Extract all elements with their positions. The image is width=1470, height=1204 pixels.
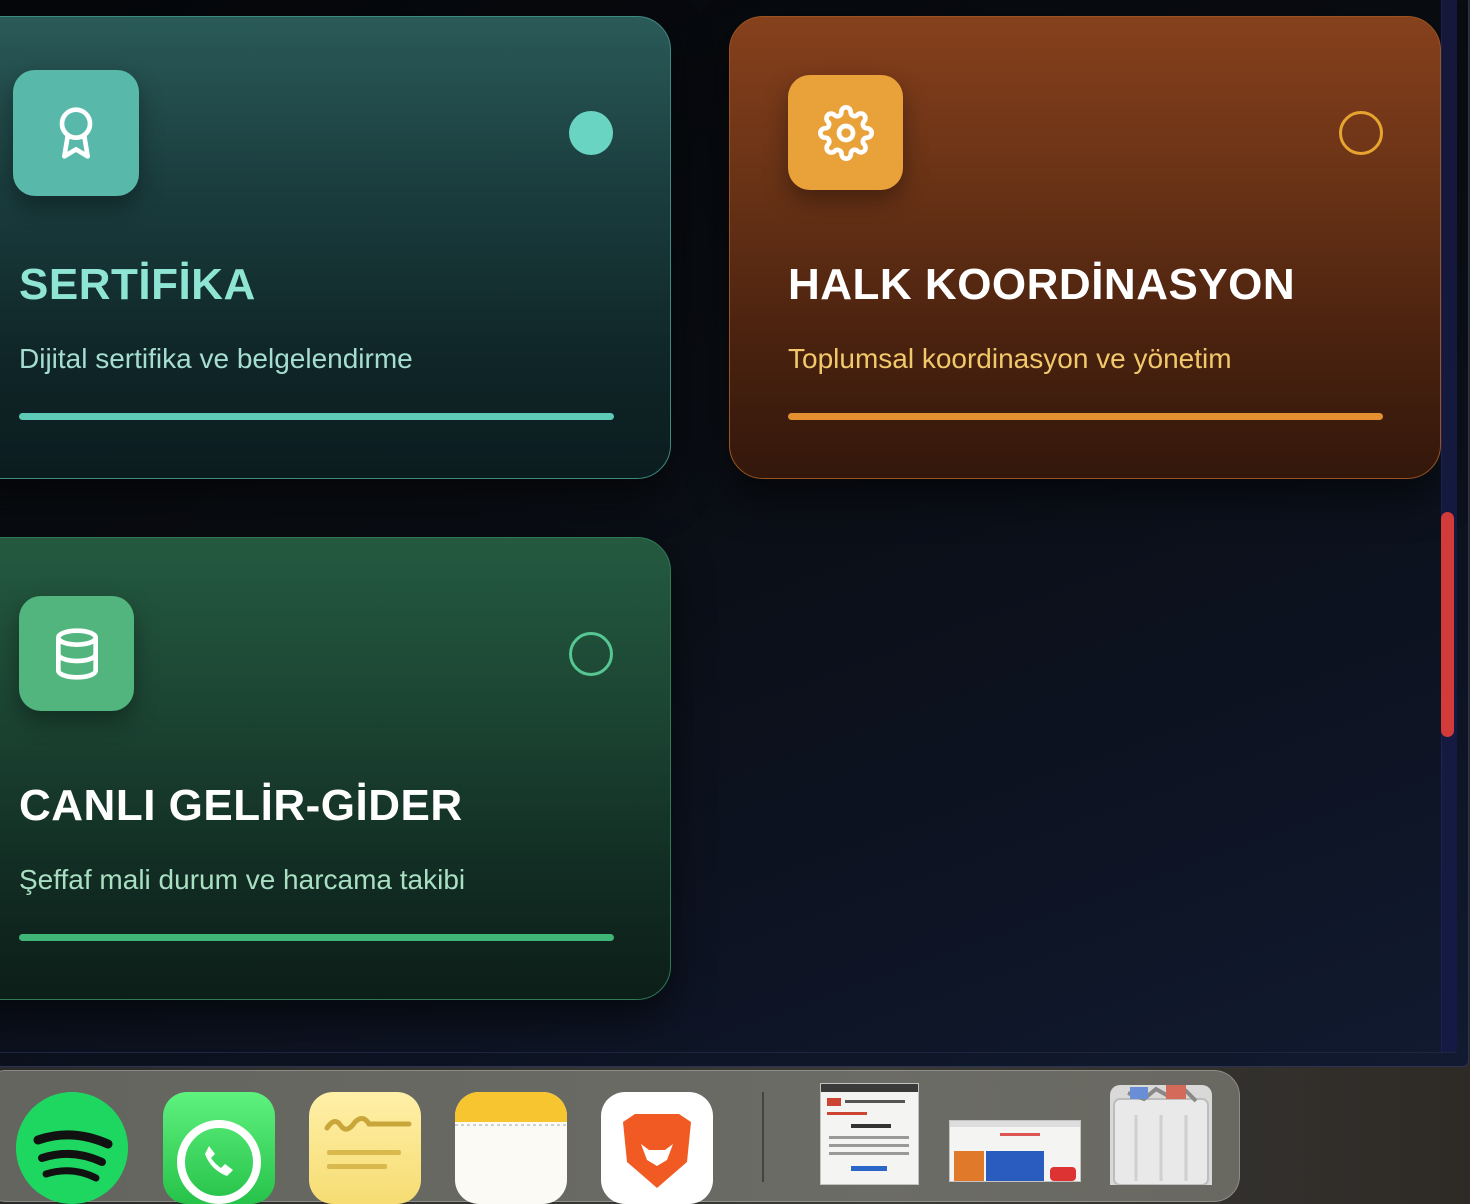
status-indicator-inactive[interactable] bbox=[569, 632, 613, 676]
browser-window: SERTİFİKA Dijital sertifika ve belgelend… bbox=[0, 0, 1469, 1067]
card-description: Dijital sertifika ve belgelendirme bbox=[19, 343, 413, 374]
dock-separator bbox=[762, 1092, 764, 1182]
card-description: Şeffaf mali durum ve harcama takibi bbox=[19, 864, 466, 895]
card-title: HALK KOORDİNASYON bbox=[788, 260, 1296, 309]
card-accent-bar bbox=[788, 413, 1383, 420]
card-halk-koordinasyon[interactable]: HALK KOORDİNASYON Toplumsal koordinasyon… bbox=[729, 16, 1441, 479]
minimized-window-thumbnail[interactable] bbox=[820, 1083, 919, 1185]
card-accent-bar bbox=[19, 934, 614, 941]
brave-browser-app-icon[interactable] bbox=[601, 1092, 713, 1204]
trash-icon[interactable] bbox=[1110, 1085, 1212, 1185]
content-divider bbox=[0, 1052, 1456, 1053]
minimized-window-thumbnail[interactable] bbox=[949, 1120, 1081, 1182]
whatsapp-app-icon[interactable] bbox=[163, 1092, 275, 1204]
card-title: CANLI GELİR-GİDER bbox=[19, 781, 463, 830]
spotify-app-icon[interactable] bbox=[16, 1092, 128, 1204]
card-description: Toplumsal koordinasyon ve yönetim bbox=[788, 343, 1232, 374]
card-title: SERTİFİKA bbox=[19, 260, 256, 309]
award-ribbon-icon bbox=[13, 70, 139, 196]
database-icon bbox=[19, 596, 134, 711]
card-canli-gelir-gider[interactable]: CANLI GELİR-GİDER Şeffaf mali durum ve h… bbox=[0, 537, 671, 1000]
stickies-app-icon[interactable] bbox=[309, 1092, 421, 1204]
gear-icon bbox=[788, 75, 903, 190]
vertical-scrollbar-thumb[interactable] bbox=[1441, 512, 1454, 737]
card-sertifika[interactable]: SERTİFİKA Dijital sertifika ve belgelend… bbox=[0, 16, 671, 479]
card-accent-bar bbox=[19, 413, 614, 420]
status-indicator-inactive[interactable] bbox=[1339, 111, 1383, 155]
notes-app-icon[interactable] bbox=[455, 1092, 567, 1204]
status-indicator-active[interactable] bbox=[569, 111, 613, 155]
